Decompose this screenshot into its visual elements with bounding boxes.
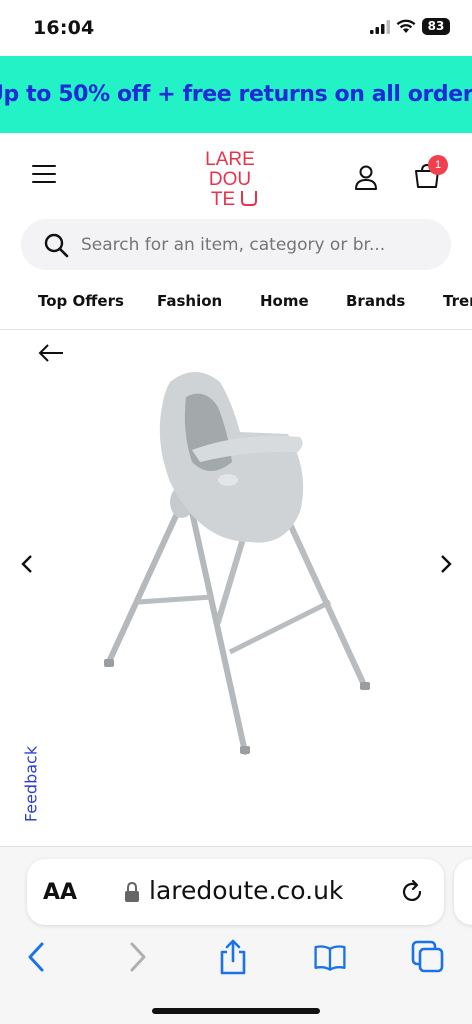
promo-text: Up to 50% off + free returns on all orde… bbox=[0, 82, 472, 107]
product-image[interactable] bbox=[100, 362, 375, 762]
promo-banner[interactable]: Up to 50% off + free returns on all orde… bbox=[0, 56, 472, 133]
battery-indicator: 83 bbox=[422, 18, 450, 35]
address-bar[interactable]: AA laredoute.co.uk bbox=[27, 859, 444, 925]
feedback-label: Feedback bbox=[21, 745, 41, 823]
bookmarks-button[interactable] bbox=[312, 937, 348, 977]
browser-forward-button[interactable] bbox=[120, 937, 156, 977]
search-input[interactable] bbox=[81, 234, 401, 255]
back-arrow-icon[interactable] bbox=[36, 340, 66, 366]
reload-icon[interactable] bbox=[399, 879, 425, 905]
back-icon bbox=[28, 942, 44, 972]
next-tab-preview[interactable] bbox=[454, 859, 472, 925]
share-icon bbox=[220, 939, 246, 975]
previous-image-icon[interactable] bbox=[18, 552, 36, 576]
signal-icon bbox=[370, 19, 390, 34]
tabs-button[interactable] bbox=[410, 937, 446, 977]
category-fashion[interactable]: Fashion bbox=[157, 292, 222, 310]
category-brands[interactable]: Brands bbox=[346, 292, 405, 310]
forward-icon bbox=[130, 942, 146, 972]
browser-toolbar: AA laredoute.co.uk bbox=[0, 846, 472, 1024]
text-size-button[interactable]: AA bbox=[43, 880, 77, 905]
search-bar[interactable] bbox=[21, 219, 451, 270]
search-icon bbox=[44, 233, 69, 257]
status-bar: 16:04 83 bbox=[0, 0, 472, 56]
site-header: LARE DOU TE 1 bbox=[0, 133, 472, 219]
cart-count-badge: 1 bbox=[428, 155, 448, 175]
bookmarks-icon bbox=[314, 945, 346, 971]
category-home[interactable]: Home bbox=[260, 292, 309, 310]
url-text[interactable]: laredoute.co.uk bbox=[149, 876, 343, 905]
logo-line-2: DOU bbox=[209, 169, 251, 190]
category-nav: Top Offers Fashion Home Brands Tren bbox=[0, 282, 472, 330]
logo-line-1: LARE bbox=[205, 149, 255, 170]
feedback-tab[interactable]: Feedback bbox=[12, 740, 50, 828]
tabs-icon bbox=[411, 940, 444, 973]
home-indicator bbox=[152, 1008, 320, 1014]
category-top-offers[interactable]: Top Offers bbox=[38, 292, 124, 310]
laredoute-logo[interactable]: LARE DOU TE bbox=[198, 145, 262, 209]
wifi-icon bbox=[396, 19, 416, 33]
logo-line-3: TE bbox=[211, 189, 235, 209]
status-time: 16:04 bbox=[33, 17, 95, 39]
browser-back-button[interactable] bbox=[18, 937, 54, 977]
hamburger-menu-icon[interactable] bbox=[32, 165, 56, 187]
category-trends[interactable]: Tren bbox=[443, 292, 472, 310]
lock-icon bbox=[125, 881, 139, 902]
next-image-icon[interactable] bbox=[437, 552, 455, 576]
account-icon[interactable] bbox=[352, 163, 380, 191]
status-icons: 83 bbox=[370, 18, 450, 35]
share-button[interactable] bbox=[215, 937, 251, 977]
